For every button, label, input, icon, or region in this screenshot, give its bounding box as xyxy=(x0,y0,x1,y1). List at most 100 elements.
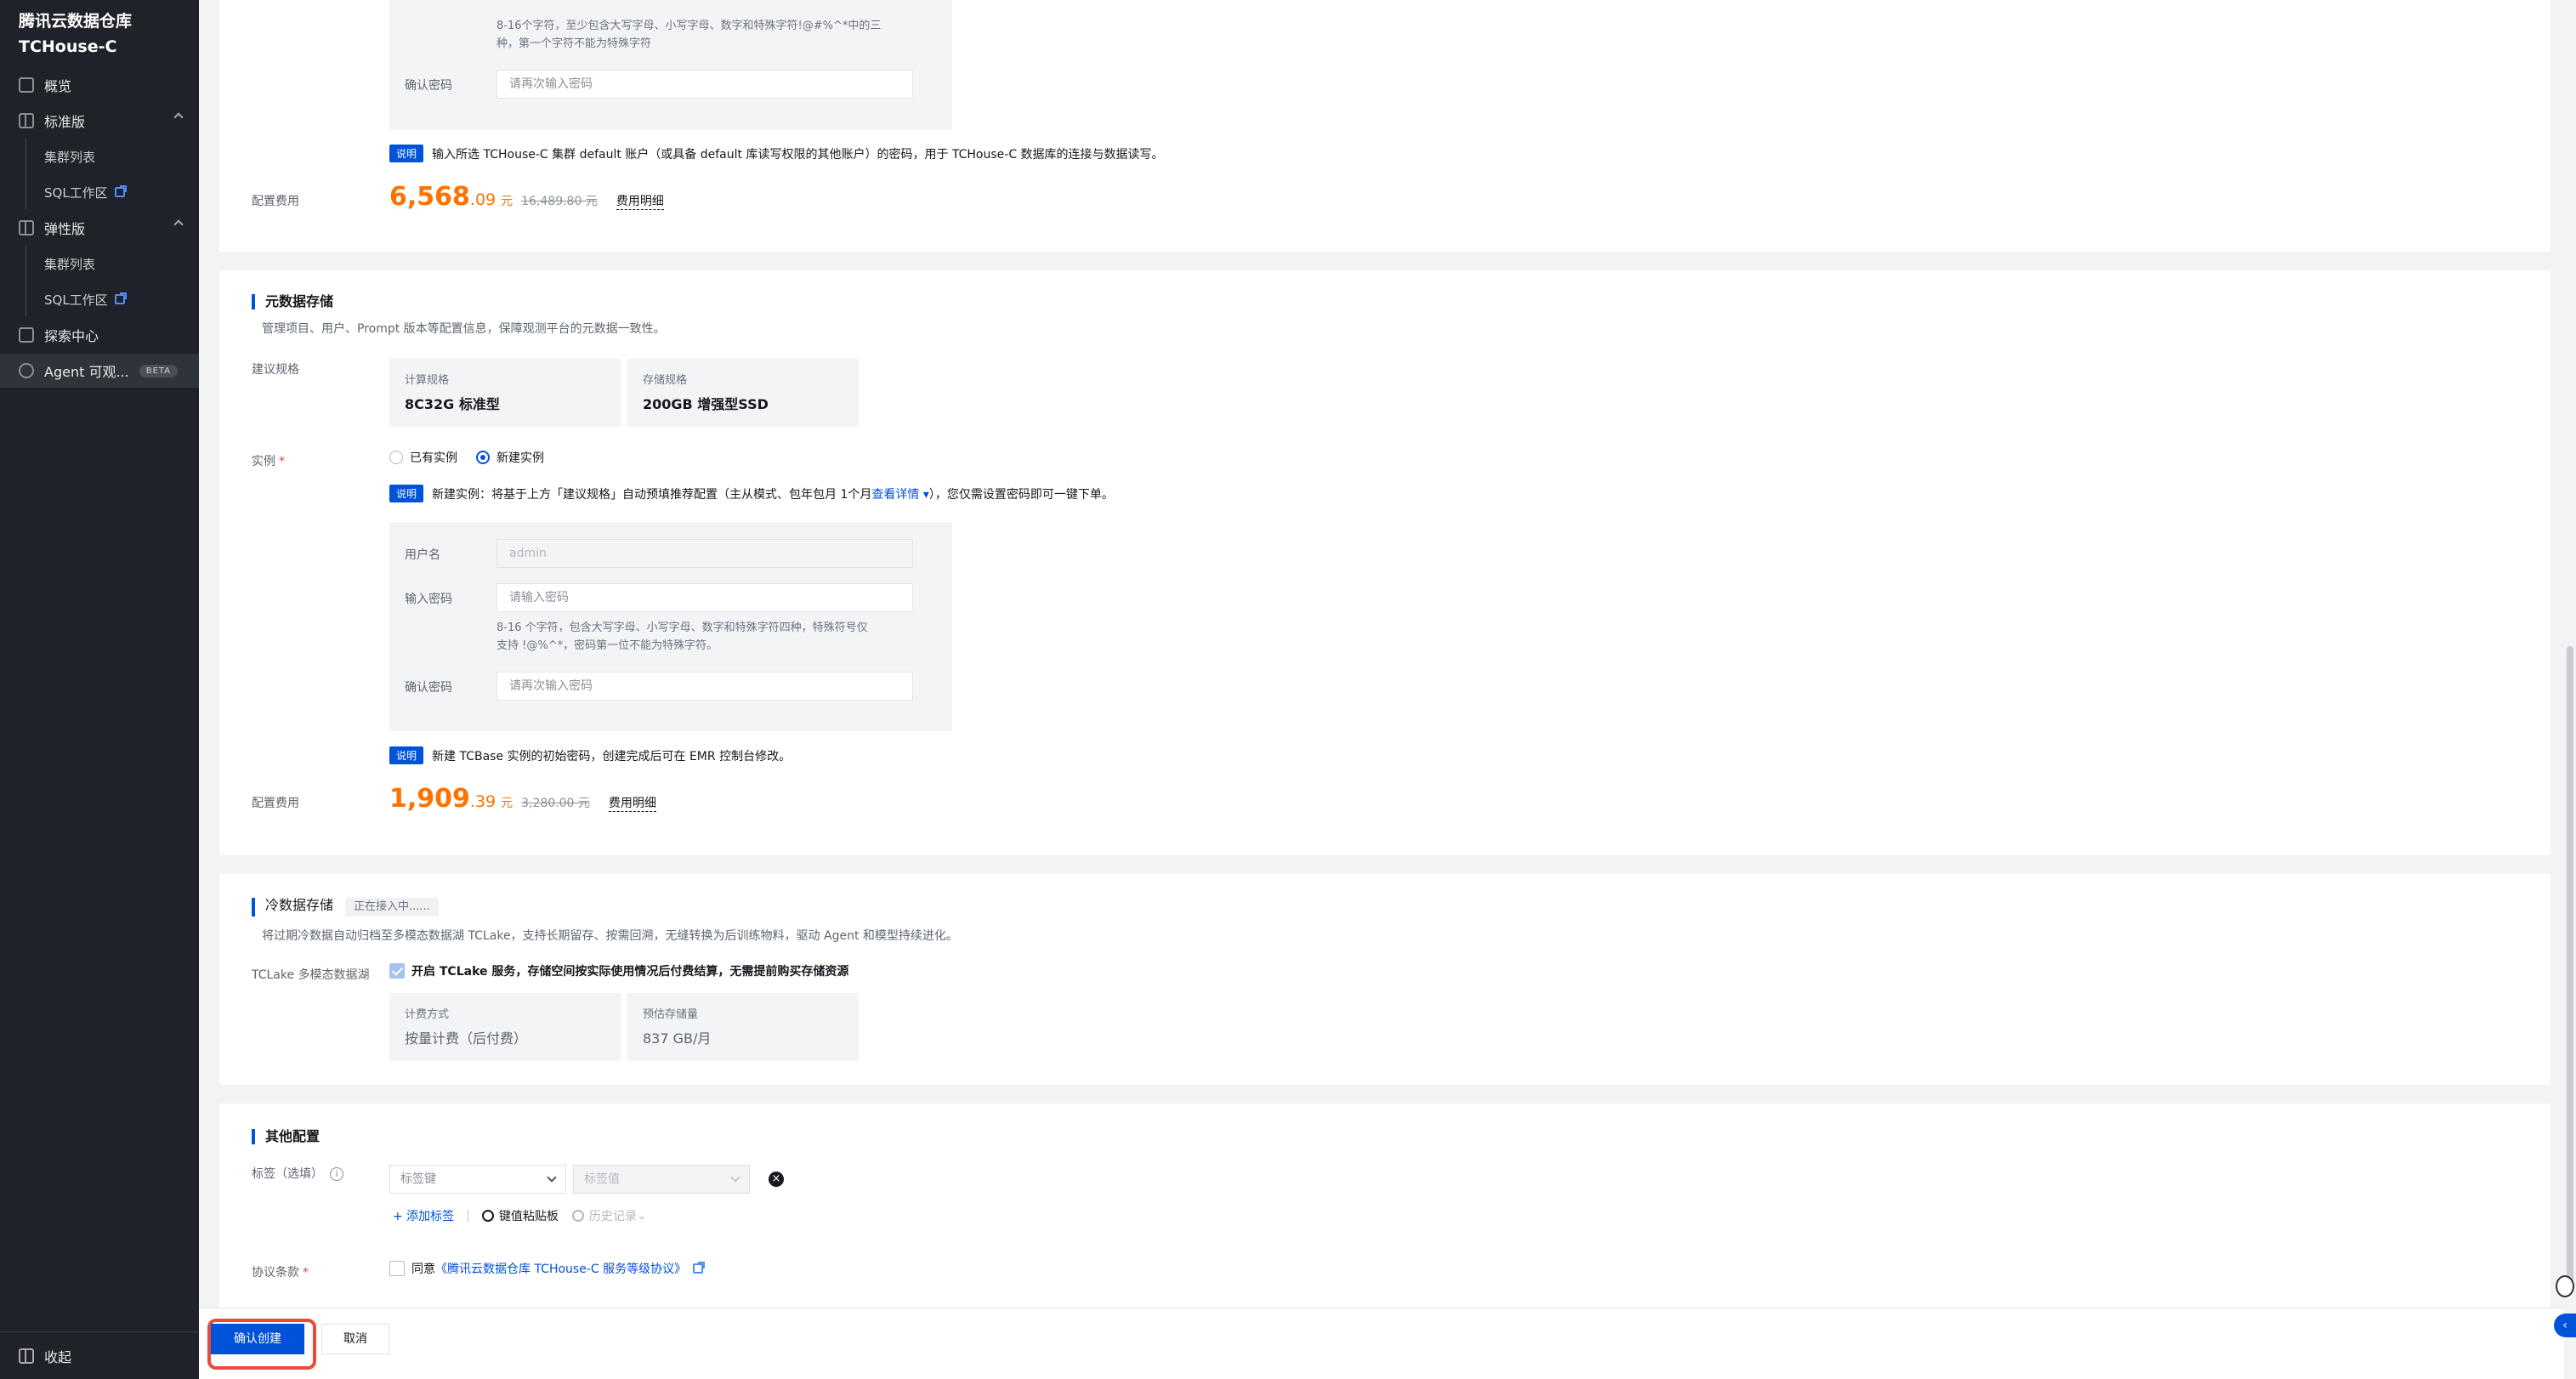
sidebar-item-agent[interactable]: Agent 可观... BETA xyxy=(0,354,199,388)
note-text: 输入所选 TCHouse-C 集群 default 账户（或具备 default… xyxy=(432,147,1164,162)
password-input[interactable]: 请输入密码 xyxy=(496,583,913,612)
sidebar-item-elastic-cluster-list[interactable]: 集群列表 xyxy=(0,247,199,281)
radio-label: 新建实例 xyxy=(496,451,544,465)
sidebar: 腾讯云数据仓库 TCHouse-C 概览 标准版 集群列表 SQL工作区 弹性版… xyxy=(0,0,199,1379)
note-text: 新建 TCBase 实例的初始密码，创建完成后可在 EMR 控制台修改。 xyxy=(432,749,792,763)
tag-actions: + 添加标签 | 键值粘贴板 历史记录 ⌄ xyxy=(393,1207,647,1224)
fee-label: 配置费用 xyxy=(252,797,299,810)
password-hint: 8-16 个字符，包含大写字母、小写字母、数字和特殊字符四种，特殊符号仅 支持 … xyxy=(496,621,868,652)
spec-key: 预估存储量 xyxy=(643,1008,699,1021)
agreement-checkbox[interactable]: 同意 《腾讯云数据仓库 TCHouse-C 服务等级协议》 xyxy=(389,1260,706,1277)
sidebar-item-standard-cluster-list[interactable]: 集群列表 xyxy=(0,139,199,173)
sidebar-item-explore[interactable]: 探索中心 xyxy=(0,318,199,352)
table-icon xyxy=(19,220,34,236)
confirm-password-input[interactable]: 请再次输入密码 xyxy=(496,672,913,701)
brand: 腾讯云数据仓库 TCHouse-C xyxy=(19,9,189,60)
confirm-password-label: 确认密码 xyxy=(405,79,452,93)
fee-detail-link[interactable]: 费用明细 xyxy=(608,794,656,812)
tcbase-note: 说明 新建 TCBase 实例的初始密码，创建完成后可在 EMR 控制台修改。 xyxy=(389,746,791,764)
spec-value: 8C32G 标准型 xyxy=(405,396,500,412)
password-note: 说明 输入所选 TCHouse-C 集群 default 账户（或具备 defa… xyxy=(389,145,1164,162)
sidebar-item-label: 集群列表 xyxy=(44,149,96,165)
price-display: 6,568 .09 元 16,489.80 元 费用明细 xyxy=(389,182,664,212)
collapse-icon xyxy=(19,1348,34,1364)
new-instance-note: 说明 新建实例：将基于上方「建议规格」自动预填推荐配置（主从模式、包年包月 1个… xyxy=(389,485,1114,502)
table-icon xyxy=(19,113,34,128)
compute-config-card: 8-16个字符，至少包含大写字母、小写字母、数字和特殊字符!@#%^*中的三 种… xyxy=(219,0,2550,252)
section-desc: 将过期冷数据自动归档至多模态数据湖 TCLake，支持长期留存、按需回溯，无缝转… xyxy=(262,929,958,943)
price-original: 16,489.80 元 xyxy=(521,195,598,208)
sidebar-item-elastic-sql[interactable]: SQL工作区 xyxy=(0,282,199,316)
cold-storage-card: 冷数据存储 正在接入中...... 将过期冷数据自动归档至多模态数据湖 TCLak… xyxy=(219,874,2550,1085)
tag-label: 标签（选填） i xyxy=(252,1165,343,1182)
note-text-post: ），您仅需设置密码即可一键下单。 xyxy=(928,487,1114,502)
price-decimal: .09 xyxy=(469,190,496,209)
add-tag-link[interactable]: + 添加标签 xyxy=(393,1207,454,1224)
sidebar-item-overview[interactable]: 概览 xyxy=(0,68,199,102)
external-link-icon xyxy=(693,1262,706,1274)
price-integer: 1,909 xyxy=(389,784,470,814)
radio-new-instance[interactable]: 新建实例 xyxy=(476,449,544,466)
tclake-checkbox[interactable]: 开启 TCLake 服务，存储空间按实际使用情况后付费结算，无需提前购买存储资源 xyxy=(389,962,848,979)
section-title: 其他配置 xyxy=(252,1129,320,1144)
checkbox-checked xyxy=(389,963,405,979)
cancel-button[interactable]: 取消 xyxy=(321,1324,389,1354)
spec-key: 存储规格 xyxy=(643,374,688,387)
sidebar-item-label: 探索中心 xyxy=(44,328,99,344)
footer-actions: 确认创建 取消 xyxy=(199,1308,2576,1379)
radio-existing-instance[interactable]: 已有实例 xyxy=(389,449,457,466)
price-display: 1,909 .39 元 3,280.00 元 费用明细 xyxy=(389,784,656,814)
gauge-icon xyxy=(19,363,34,378)
external-link-icon xyxy=(114,292,127,304)
radio-circle-checked xyxy=(476,451,490,464)
tag-key-select[interactable]: 标签键 xyxy=(389,1165,566,1194)
price-decimal: .39 xyxy=(469,792,496,811)
spec-value: 200GB 增强型SSD xyxy=(643,396,769,412)
sidebar-group-elastic[interactable]: 弹性版 xyxy=(0,211,199,245)
note-tag: 说明 xyxy=(389,746,424,764)
sidebar-item-standard-sql[interactable]: SQL工作区 xyxy=(0,175,199,209)
sidebar-item-label: SQL工作区 xyxy=(44,292,108,308)
external-link-icon xyxy=(114,185,127,197)
spec-value: 837 GB/月 xyxy=(643,1030,712,1047)
price-unit: 元 xyxy=(501,195,513,208)
note-text-pre: 新建实例：将基于上方「建议规格」自动预填推荐配置（主从模式、包年包月 1个月 xyxy=(432,487,872,502)
scrollbar-thumb[interactable] xyxy=(2567,646,2573,1292)
sidebar-item-label: 集群列表 xyxy=(44,256,96,272)
view-details-link[interactable]: 查看详情 ▾ xyxy=(871,485,928,502)
section-title: 冷数据存储 正在接入中...... xyxy=(252,898,439,916)
instance-label: 实例 * xyxy=(252,455,285,468)
spec-key: 计费方式 xyxy=(405,1008,450,1021)
note-tag: 说明 xyxy=(389,485,424,502)
lake-label: TCLake 多模态数据湖 xyxy=(252,968,370,982)
app-root: 腾讯云数据仓库 TCHouse-C 概览 标准版 集群列表 SQL工作区 弹性版… xyxy=(0,0,2576,1379)
storage-spec-card: 存储规格 200GB 增强型SSD xyxy=(627,359,859,427)
info-icon[interactable]: i xyxy=(330,1167,343,1181)
price-original: 3,280.00 元 xyxy=(521,797,590,810)
agreement-link[interactable]: 《腾讯云数据仓库 TCHouse-C 服务等级协议》 xyxy=(435,1260,686,1277)
collapse-label: 收起 xyxy=(44,1348,72,1365)
remove-tag-icon[interactable]: × xyxy=(769,1172,784,1187)
sidebar-item-label: Agent 可观... xyxy=(44,364,129,380)
price-integer: 6,568 xyxy=(389,182,470,212)
sidebar-group-standard[interactable]: 标准版 xyxy=(0,104,199,138)
divider: | xyxy=(466,1209,470,1223)
fee-detail-link[interactable]: 费用明细 xyxy=(616,192,664,210)
compute-spec-card: 计算规格 8C32G 标准型 xyxy=(389,359,621,427)
password-hint: 8-16个字符，至少包含大写字母、小写字母、数字和特殊字符!@#%^*中的三 种… xyxy=(496,20,882,50)
chevron-down-icon xyxy=(730,1172,740,1183)
paste-board-link[interactable]: 键值粘贴板 xyxy=(481,1207,559,1224)
confirm-create-button[interactable]: 确认创建 xyxy=(211,1324,304,1354)
spec-label: 建议规格 xyxy=(252,363,299,377)
sidebar-item-label: 概览 xyxy=(44,78,72,94)
chevron-left-icon[interactable]: ‹ xyxy=(2554,1314,2576,1337)
explore-icon xyxy=(19,327,34,343)
brand-title: 腾讯云数据仓库 xyxy=(19,12,133,31)
scrollbar[interactable] xyxy=(2564,0,2576,1379)
confirm-password-input[interactable]: 请再次输入密码 xyxy=(496,70,913,99)
assistant-avatar-icon[interactable] xyxy=(2556,1275,2574,1297)
checkbox-unchecked xyxy=(389,1261,405,1276)
history-link: 历史记录 ⌄ xyxy=(571,1207,647,1224)
tag-value-select: 标签值 xyxy=(573,1165,750,1194)
sidebar-collapse-button[interactable]: 收起 xyxy=(0,1331,199,1379)
